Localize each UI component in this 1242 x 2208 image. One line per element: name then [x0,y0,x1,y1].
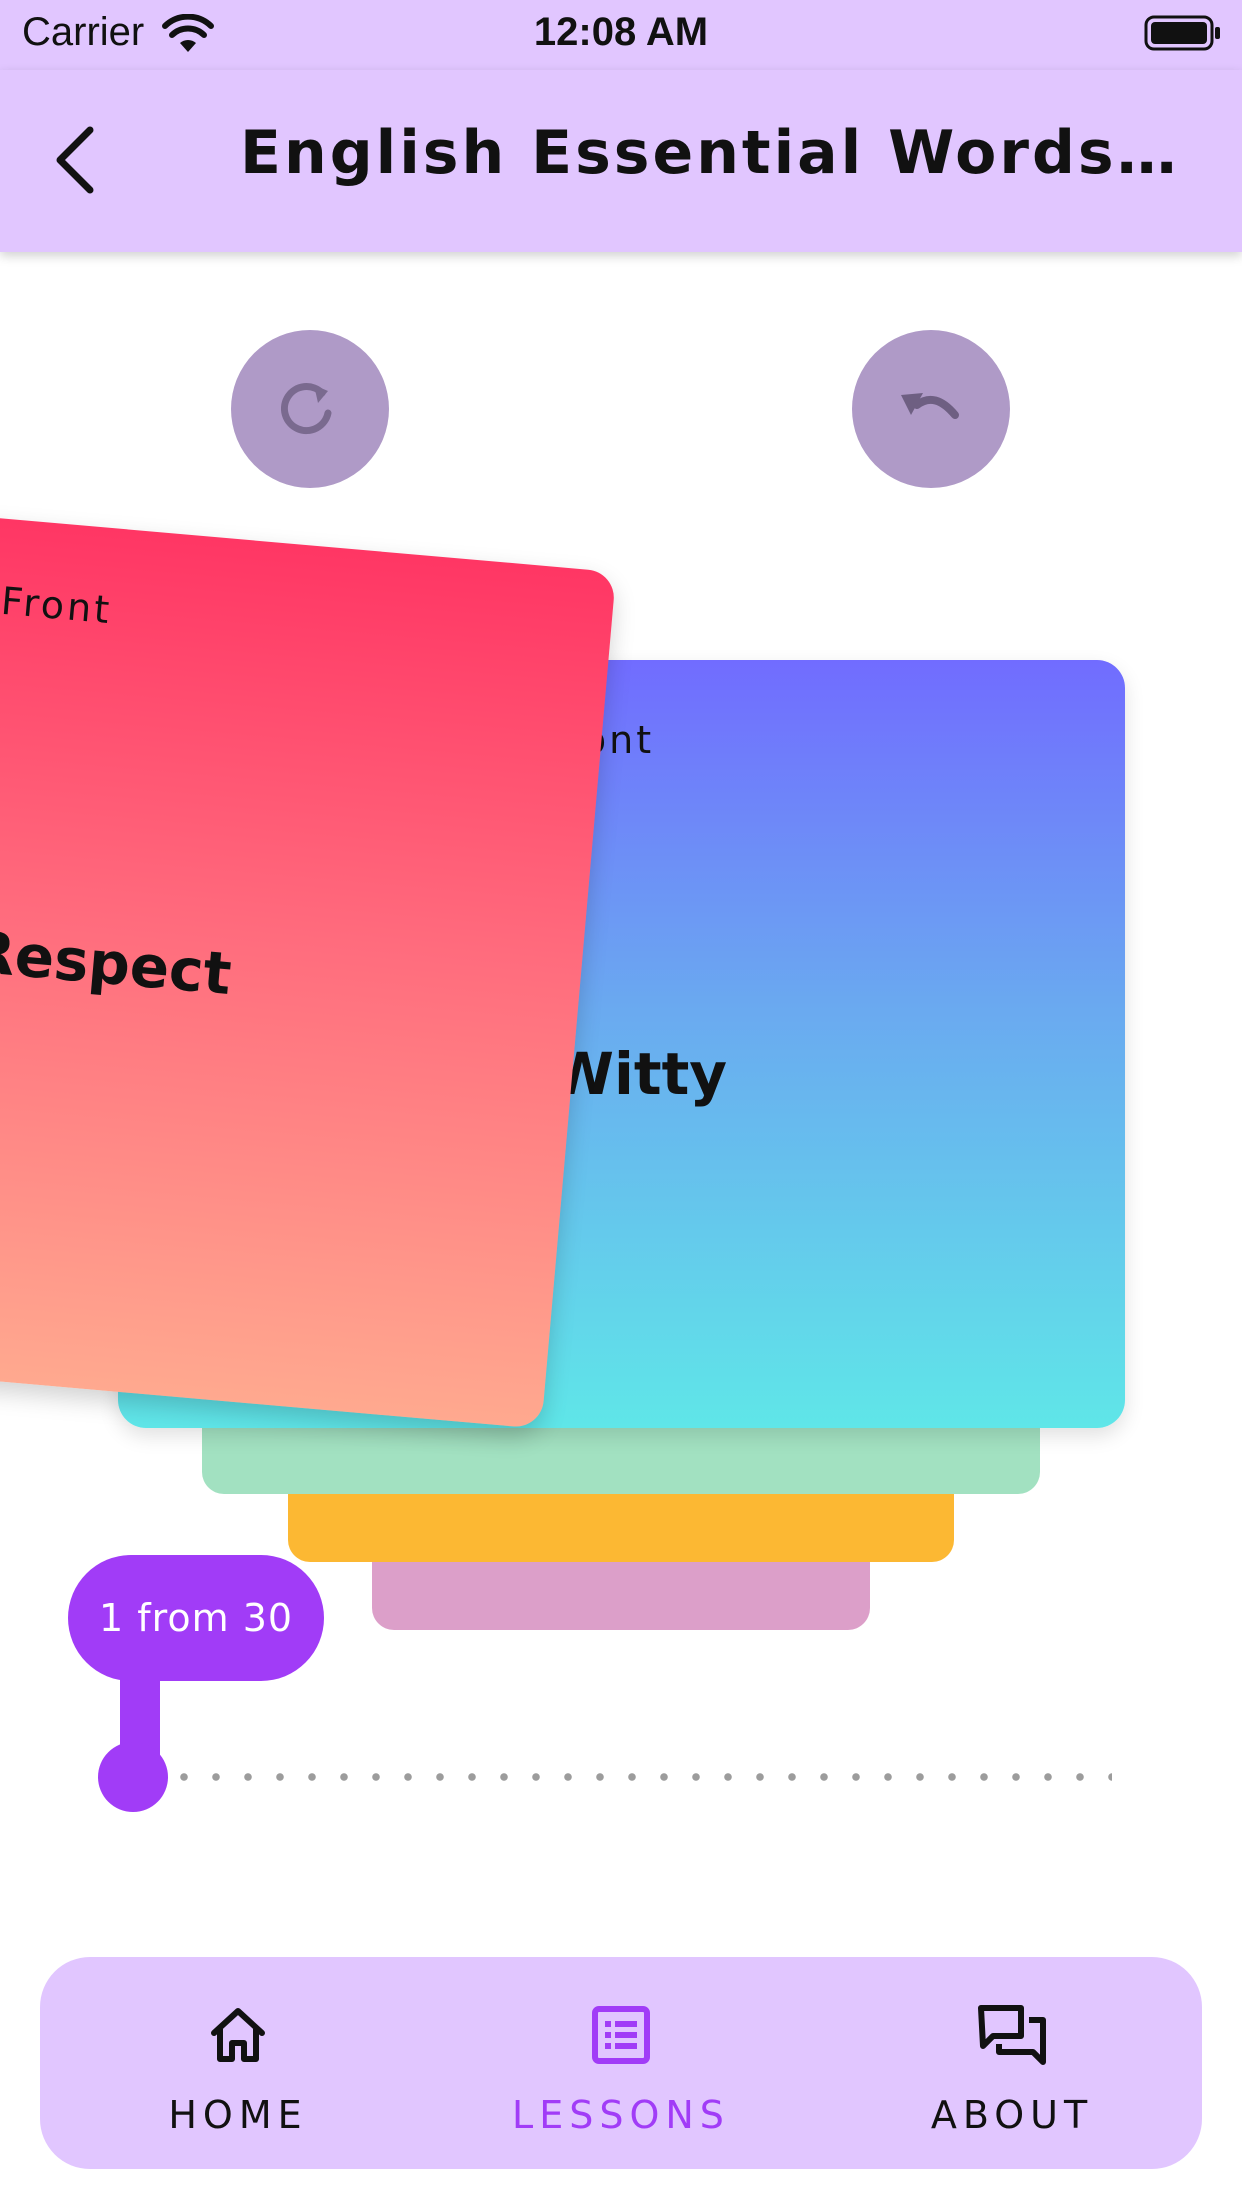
card-word: Witty [550,1040,728,1108]
progress-track[interactable] [168,1773,1112,1781]
nav-about[interactable]: ABOUT [852,1957,1172,2169]
card-side-label: Front [0,578,114,633]
bottom-nav: HOME LESSONS ABOUT [40,1957,1202,2169]
chevron-left-icon [56,126,94,194]
flashcard-current[interactable]: Front Respect [0,511,617,1429]
progress-thumb[interactable] [98,1742,168,1812]
chat-icon [978,2005,1046,2065]
refresh-icon [280,383,332,435]
home-icon [211,2008,265,2062]
progress-bubble: 1 from 30 [68,1555,324,1681]
reset-button[interactable] [231,330,389,488]
back-button[interactable] [40,110,110,210]
undo-icon [901,393,959,419]
progress-label: 1 from 30 [98,1596,294,1640]
card-word: Respect [0,917,235,1008]
nav-home[interactable]: HOME [78,1957,398,2169]
list-icon [592,2006,650,2064]
battery-icon [1144,15,1220,51]
status-bar: Carrier 12:08 AM [0,0,1242,70]
nav-lessons[interactable]: LESSONS [461,1957,781,2169]
nav-home-label: HOME [168,2093,308,2137]
nav-about-label: ABOUT [930,2093,1094,2137]
nav-lessons-label: LESSONS [512,2093,730,2137]
undo-button[interactable] [852,330,1010,488]
status-time: 12:08 AM [533,10,709,54]
page-title: English Essential Words - Part 1 [240,118,1200,188]
app-bar: English Essential Words - Part 1 [0,70,1242,252]
